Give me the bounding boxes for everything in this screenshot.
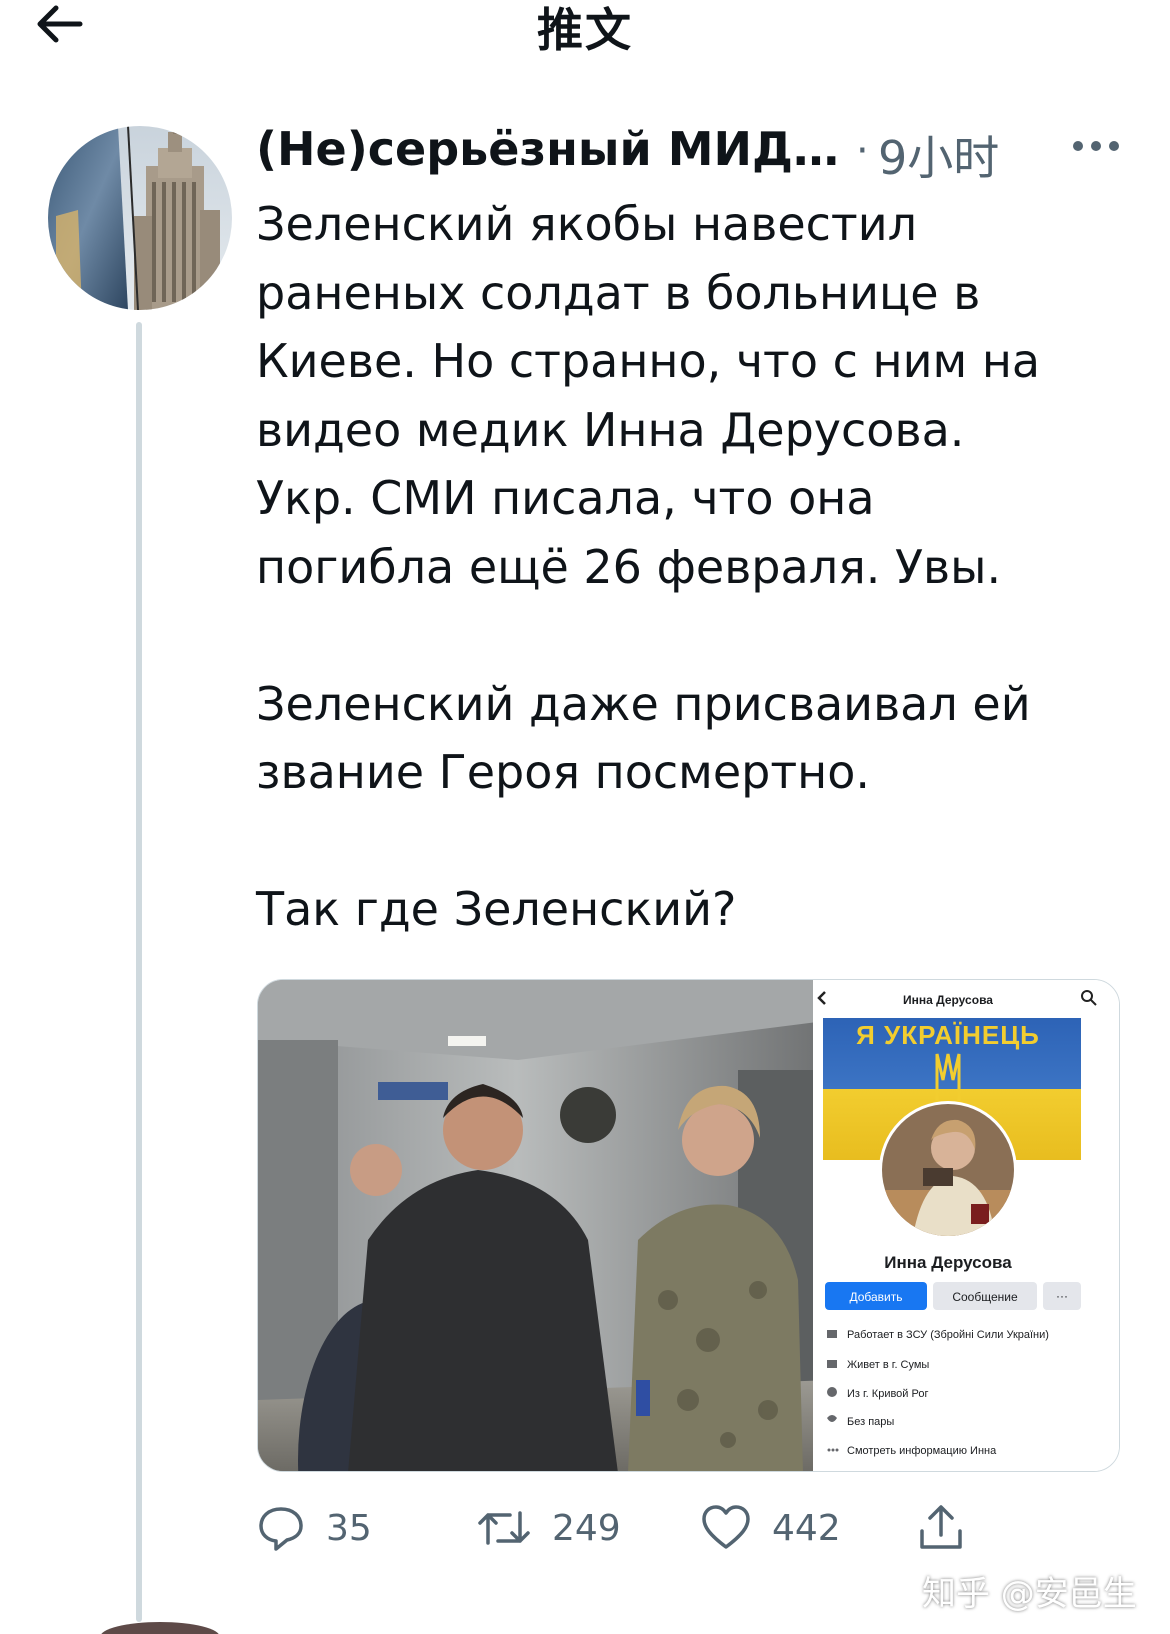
retweet-button[interactable]: 249 bbox=[476, 1498, 621, 1558]
author-name[interactable]: (Не)серьёзный МИД… bbox=[256, 122, 839, 176]
tweet-text: Зеленский якобы навестил раненых солдат … bbox=[256, 197, 1041, 936]
video-still bbox=[258, 980, 833, 1471]
more-button[interactable] bbox=[1066, 124, 1126, 168]
tweet-media[interactable]: Инна Дерусова Я УКРАЇНЕЦЬ Инна Дерусова … bbox=[257, 979, 1120, 1472]
screenshot-info-from: Из г. Кривой Рог bbox=[847, 1388, 928, 1400]
like-button[interactable]: 442 bbox=[700, 1498, 841, 1558]
screenshot-header-name: Инна Дерусова bbox=[903, 993, 993, 1007]
screenshot-more-button: ··· bbox=[1056, 1289, 1068, 1303]
share-button[interactable] bbox=[916, 1498, 966, 1558]
banner-text: Я УКРАЇНЕЦЬ bbox=[856, 1020, 1040, 1050]
screenshot-info-see-more: Смотреть информацию Инна bbox=[847, 1445, 997, 1457]
screenshot-add-button: Добавить bbox=[849, 1290, 902, 1304]
author-avatar[interactable] bbox=[48, 126, 232, 310]
time-separator: · bbox=[856, 128, 869, 174]
tweet-header: (Не)серьёзный МИД… · 9小时 bbox=[256, 118, 1136, 185]
profile-screenshot: Инна Дерусова Я УКРАЇНЕЦЬ Инна Дерусова … bbox=[813, 980, 1119, 1471]
heart-icon bbox=[702, 1505, 750, 1549]
like-count: 442 bbox=[772, 1507, 841, 1549]
retweet-count: 249 bbox=[552, 1507, 621, 1549]
tweet-actions: 35 249 442 bbox=[256, 1498, 1136, 1558]
page-title: 推文 bbox=[537, 3, 633, 57]
screenshot-message-button: Сообщение bbox=[952, 1290, 1018, 1304]
tweet-timestamp[interactable]: 9小时 bbox=[878, 122, 999, 188]
reply-button[interactable]: 35 bbox=[256, 1498, 372, 1558]
watermark: 知乎 @安邑生 bbox=[922, 1574, 1137, 1614]
screenshot-info-work: Работает в ЗСУ (Збройні Сили України) bbox=[847, 1329, 1049, 1341]
more-horizontal-icon bbox=[1073, 141, 1119, 151]
reply-icon bbox=[259, 1507, 303, 1551]
reply-count: 35 bbox=[326, 1507, 372, 1549]
retweet-icon bbox=[478, 1511, 530, 1545]
screenshot-info-lives: Живет в г. Сумы bbox=[847, 1359, 929, 1371]
next-avatar-peek bbox=[100, 1622, 220, 1634]
top-bar: 推文 bbox=[0, 0, 1170, 70]
screenshot-info-relationship: Без пары bbox=[847, 1416, 894, 1428]
thread-line bbox=[136, 322, 142, 1622]
screenshot-profile-name: Инна Дерусова bbox=[884, 1253, 1012, 1272]
share-icon bbox=[920, 1505, 962, 1549]
